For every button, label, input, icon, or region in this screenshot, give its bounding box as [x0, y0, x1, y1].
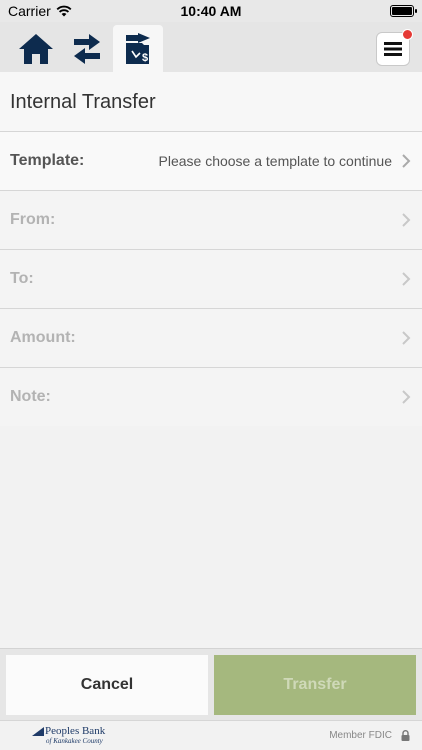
note-label: Note:	[10, 388, 51, 405]
top-nav-bar: $	[0, 22, 422, 72]
transfer-arrows-icon	[74, 33, 100, 64]
chevron-right-icon	[402, 213, 411, 227]
action-bar: Cancel Transfer	[0, 648, 422, 720]
notification-badge	[402, 29, 413, 40]
lock-icon	[401, 730, 410, 741]
bank-logo-mark-icon	[32, 727, 44, 736]
page-header: Internal Transfer	[0, 72, 422, 132]
home-icon	[19, 33, 53, 64]
menu-button[interactable]	[376, 29, 413, 66]
from-label: From:	[10, 211, 56, 228]
empty-content-area	[0, 426, 422, 648]
amount-row[interactable]: Amount:	[0, 309, 422, 368]
bank-name: Peoples Bank	[45, 725, 106, 737]
note-row[interactable]: Note:	[0, 368, 422, 427]
hamburger-menu-icon	[384, 42, 402, 56]
chevron-right-icon	[402, 390, 411, 404]
status-bar: 10:40 AM Carrier	[0, 0, 422, 22]
internal-transfer-icon: $	[126, 32, 150, 64]
cancel-button[interactable]: Cancel	[6, 655, 208, 715]
chevron-right-icon	[402, 154, 411, 168]
wifi-icon	[56, 5, 72, 17]
to-row[interactable]: To:	[0, 250, 422, 309]
tab-internal-transfer[interactable]: $	[113, 25, 163, 72]
bank-subtitle: of Kankakee County	[46, 737, 103, 745]
template-value: Please choose a template to continue	[158, 153, 393, 169]
from-row[interactable]: From:	[0, 191, 422, 250]
amount-label: Amount:	[10, 329, 76, 346]
footer: Peoples Bank of Kankakee County Member F…	[0, 720, 422, 750]
template-row[interactable]: Template: Please choose a template to co…	[0, 132, 422, 191]
dollar-sign: $	[142, 52, 148, 64]
to-label: To:	[10, 270, 34, 287]
page-title: Internal Transfer	[10, 91, 156, 113]
chevron-right-icon	[402, 331, 411, 345]
transfer-button[interactable]: Transfer	[214, 655, 416, 715]
member-fdic-label: Member FDIC	[329, 730, 392, 741]
chevron-right-icon	[402, 272, 411, 286]
status-carrier: Carrier	[8, 3, 72, 19]
battery-icon	[390, 5, 417, 17]
tab-home[interactable]	[11, 25, 61, 72]
template-label: Template:	[10, 152, 85, 169]
tab-transfers[interactable]	[62, 25, 112, 72]
bank-logo: Peoples Bank of Kankakee County	[32, 725, 112, 747]
carrier-label: Carrier	[8, 3, 51, 19]
